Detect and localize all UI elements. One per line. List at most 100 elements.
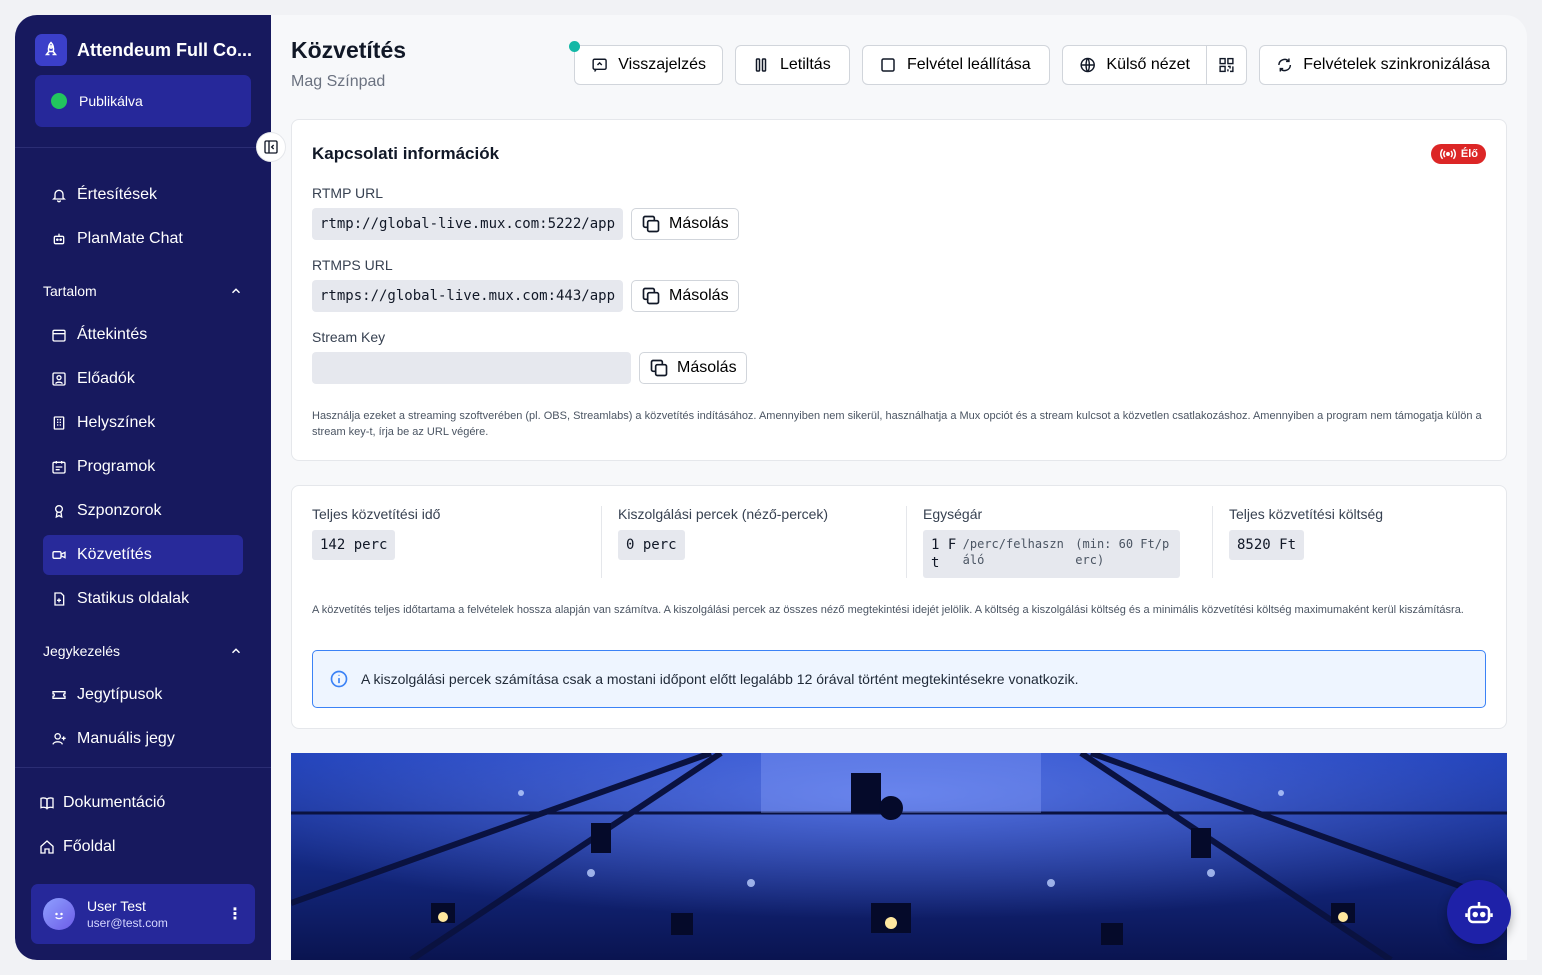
live-badge: Élő — [1430, 144, 1486, 164]
divider — [906, 506, 907, 578]
stat-value: 8520 Ft — [1229, 530, 1305, 560]
divider — [15, 147, 271, 148]
notification-dot — [569, 41, 580, 52]
bot-icon — [53, 233, 65, 245]
rtmps-url-field[interactable]: rtmps://global-live.mux.com:443/app — [312, 280, 623, 312]
pause-icon — [755, 58, 767, 72]
stats-explanation: A közvetítés teljes időtartama a felvéte… — [312, 604, 1464, 616]
sidebar-item-label: Programok — [77, 458, 156, 475]
sidebar-item-label: Szponzorok — [77, 502, 162, 519]
sidebar-item-notifications[interactable]: Értesítések — [43, 175, 243, 215]
sidebar-item-label: Jegytípusok — [77, 686, 163, 703]
user-email: user@test.com — [87, 916, 168, 930]
sidebar-item-broadcast[interactable]: Közvetítés — [43, 535, 243, 575]
copy-rtmp-button[interactable]: Másolás — [631, 208, 739, 240]
sidebar-item-home[interactable]: Főoldal — [39, 827, 115, 867]
sidebar-item-label: Főoldal — [63, 838, 116, 855]
sidebar-item-label: Statikus oldalak — [77, 590, 190, 607]
divider — [601, 506, 602, 578]
copy-icon — [650, 359, 668, 377]
panel-collapse-icon — [264, 140, 278, 154]
copy-stream-key-button[interactable]: Másolás — [639, 352, 747, 384]
broadcast-icon — [1439, 148, 1456, 160]
connection-help-text: Használja ezeket a streaming szoftverébe… — [312, 410, 1482, 438]
button-label: Külső nézet — [1106, 56, 1190, 73]
section-content-toggle[interactable]: Tartalom — [43, 279, 243, 303]
button-label: Felvétel leállítása — [907, 56, 1031, 73]
stat-value: 142 perc — [312, 530, 396, 560]
sidebar-item-label: Manuális jegy — [77, 730, 175, 747]
user-plus-icon — [52, 733, 66, 745]
assistant-chat-button[interactable] — [1447, 880, 1511, 944]
sidebar-item-ticket-types[interactable]: Jegytípusok — [43, 675, 243, 715]
section-ticketing-toggle[interactable]: Jegykezelés — [43, 639, 243, 663]
card-title: Kapcsolati információk — [312, 144, 500, 163]
sidebar-item-label: Előadók — [77, 370, 135, 387]
home-icon — [40, 840, 54, 854]
stat-total-cost: Teljes közvetítési költség 8520 Ft — [1229, 506, 1383, 578]
divider — [1212, 506, 1213, 578]
app-frame: Attendeum Full Co... Publikálva Értesíté… — [15, 15, 1527, 960]
app-title: Attendeum Full Co... — [77, 39, 252, 60]
sidebar-item-manual-ticket[interactable]: Manuális jegy — [43, 719, 243, 759]
status-label: Publikálva — [79, 93, 143, 109]
sidebar-item-programs[interactable]: Programok — [43, 447, 243, 487]
broadcast-stats-card: Teljes közvetítési idő 142 perc Kiszolgá… — [291, 485, 1507, 729]
external-view-button[interactable]: Külső nézet — [1062, 45, 1207, 85]
user-square-icon — [52, 372, 66, 386]
sidebar-item-planmate-chat[interactable]: PlanMate Chat — [43, 219, 243, 259]
stream-key-field[interactable] — [312, 352, 631, 384]
sidebar-item-sponsors[interactable]: Szponzorok — [43, 491, 243, 531]
button-label: Letiltás — [780, 56, 831, 73]
chevron-up-icon — [231, 288, 241, 294]
divider — [15, 767, 271, 768]
sidebar-item-documentation[interactable]: Dokumentáció — [39, 783, 165, 823]
user-menu[interactable]: User Test user@test.com ⋮ — [31, 884, 255, 944]
button-label: Felvételek szinkronizálása — [1303, 56, 1490, 73]
sidebar: Attendeum Full Co... Publikálva Értesíté… — [15, 15, 271, 960]
globe-icon — [1080, 57, 1095, 73]
stat-serving-minutes: Kiszolgálási percek (néző-percek) 0 perc — [618, 506, 828, 578]
button-label: Visszajelzés — [618, 56, 706, 73]
stage-preview-image — [291, 753, 1507, 960]
sync-recordings-button[interactable]: Felvételek szinkronizálása — [1259, 45, 1507, 85]
qr-code-button[interactable] — [1206, 45, 1247, 85]
stop-square-icon — [881, 58, 895, 72]
sidebar-item-venues[interactable]: Helyszínek — [43, 403, 243, 443]
brand[interactable]: Attendeum Full Co... — [35, 34, 257, 66]
avatar — [43, 898, 75, 930]
stream-key-label: Stream Key — [312, 329, 386, 345]
feedback-button[interactable]: Visszajelzés — [574, 45, 723, 85]
stat-value: 0 perc — [618, 530, 685, 560]
sidebar-item-label: Értesítések — [77, 186, 158, 203]
page-subtitle: Mag Színpad — [291, 73, 386, 90]
rtmps-label: RTMPS URL — [312, 257, 393, 273]
disable-button[interactable]: Letiltás — [735, 45, 850, 85]
sidebar-item-static-pages[interactable]: Statikus oldalak — [43, 579, 243, 619]
sidebar-item-label: Áttekintés — [77, 326, 148, 343]
stat-unit-price: Egységár 1 Ft /perc/felhasználó (min: 60… — [923, 506, 1180, 578]
ticket-icon — [52, 691, 66, 699]
sidebar-item-label: PlanMate Chat — [77, 230, 183, 247]
file-icon — [54, 592, 65, 606]
sidebar-item-label: Közvetítés — [77, 546, 152, 563]
rtmp-url-field[interactable]: rtmp://global-live.mux.com:5222/app — [312, 208, 623, 240]
sidebar-item-label: Dokumentáció — [63, 794, 166, 811]
book-icon — [40, 797, 54, 810]
sidebar-item-label: Helyszínek — [77, 414, 156, 431]
stop-recording-button[interactable]: Felvétel leállítása — [862, 45, 1050, 85]
page-title: Közvetítés — [291, 37, 407, 63]
main-content: Közvetítés Mag Színpad Visszajelzés Leti… — [271, 15, 1527, 960]
copy-icon — [642, 287, 660, 305]
copy-rtmps-button[interactable]: Másolás — [631, 280, 739, 312]
sidebar-item-overview[interactable]: Áttekintés — [43, 315, 243, 355]
sidebar-collapse-button[interactable] — [256, 132, 286, 162]
rtmp-label: RTMP URL — [312, 185, 384, 201]
refresh-icon — [1278, 58, 1292, 72]
rocket-icon — [35, 34, 67, 66]
sidebar-item-speakers[interactable]: Előadók — [43, 359, 243, 399]
more-vertical-icon[interactable]: ⋮ — [227, 904, 243, 924]
user-name: User Test — [87, 898, 146, 914]
qr-code-icon — [1219, 57, 1234, 73]
publish-status[interactable]: Publikálva — [35, 75, 251, 127]
